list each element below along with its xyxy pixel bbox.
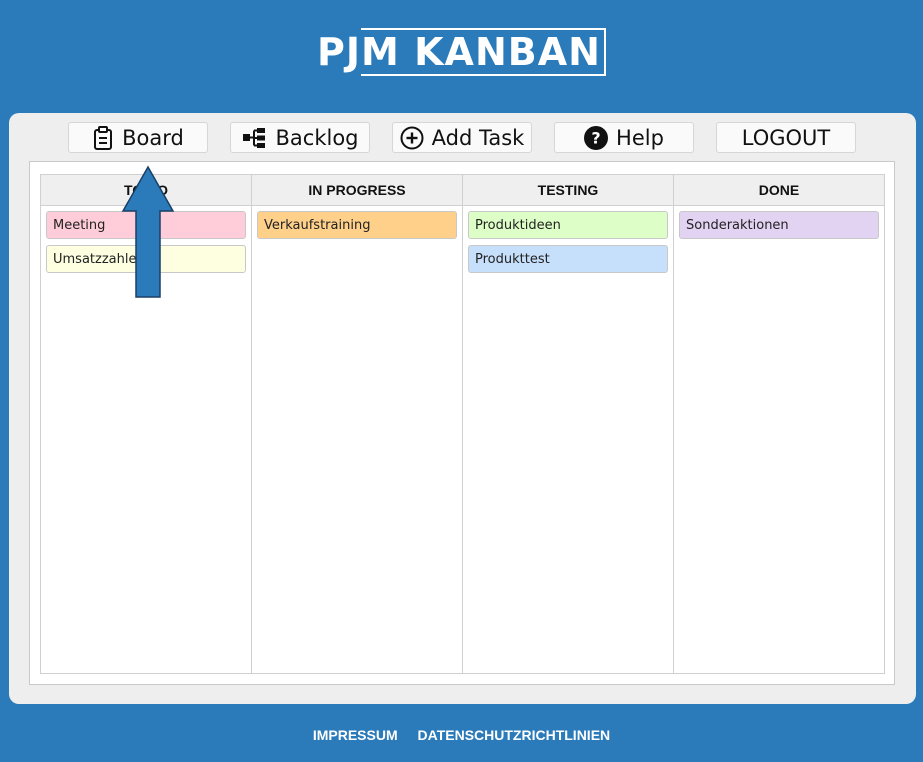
column-testing: TESTING Produktideen Produkttest — [463, 175, 674, 673]
task-card[interactable]: Produkttest — [468, 245, 668, 273]
backlog-button[interactable]: Backlog — [230, 122, 370, 153]
logout-button[interactable]: LOGOUT — [716, 122, 856, 153]
plus-circle-icon — [400, 126, 424, 150]
clipboard-icon — [92, 125, 114, 150]
privacy-link[interactable]: DATENSCHUTZRICHTLINIEN — [418, 727, 611, 743]
logo-prefix: PJ — [317, 30, 362, 74]
svg-text:?: ? — [591, 128, 600, 147]
footer: IMPRESSUM DATENSCHUTZRICHTLINIEN — [0, 727, 923, 743]
add-task-button[interactable]: Add Task — [392, 122, 532, 153]
sitemap-icon — [242, 127, 268, 149]
task-card[interactable]: Verkaufstraining — [257, 211, 457, 239]
column-done: DONE Sonderaktionen — [674, 175, 884, 673]
task-card[interactable]: Sonderaktionen — [679, 211, 879, 239]
board-button-label: Board — [122, 125, 184, 150]
column-in-progress: IN PROGRESS Verkaufstraining — [252, 175, 463, 673]
help-button[interactable]: ? Help — [554, 122, 694, 153]
task-card[interactable]: Produktideen — [468, 211, 668, 239]
board-button[interactable]: Board — [68, 122, 208, 153]
help-button-label: Help — [616, 125, 664, 150]
question-circle-icon: ? — [584, 125, 609, 150]
logo-boxed: M KANBAN — [361, 28, 606, 76]
backlog-button-label: Backlog — [275, 125, 359, 150]
logout-button-label: LOGOUT — [741, 125, 831, 150]
column-header: TESTING — [463, 175, 673, 206]
app-logo: PJM KANBAN — [0, 28, 923, 76]
column-header: IN PROGRESS — [252, 175, 462, 206]
up-arrow-annotation — [121, 165, 175, 298]
add-task-button-label: Add Task — [431, 125, 525, 150]
column-header: DONE — [674, 175, 884, 206]
impressum-link[interactable]: IMPRESSUM — [313, 727, 398, 743]
